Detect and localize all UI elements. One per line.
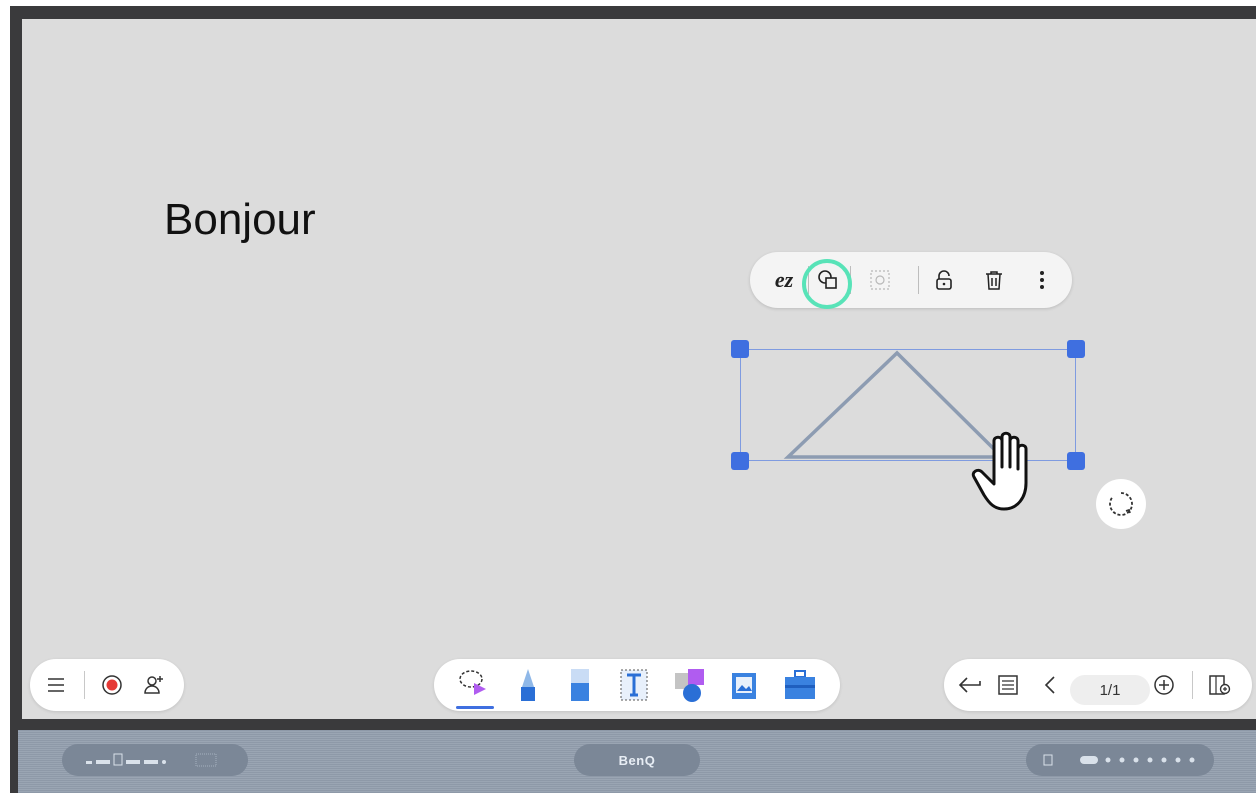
more-button[interactable] xyxy=(1022,260,1062,300)
delete-icon xyxy=(986,271,1002,290)
prev-page-button[interactable] xyxy=(1034,669,1066,701)
hand-cursor-icon xyxy=(971,431,1028,511)
device-bezel: BenQ xyxy=(18,730,1256,793)
add-page-icon xyxy=(1154,675,1174,695)
lock-icon xyxy=(936,270,952,290)
lasso-select-tool[interactable] xyxy=(454,667,494,703)
pen-tool[interactable] xyxy=(510,667,546,703)
whiteboard-canvas[interactable]: Bonjour ez 1/1 xyxy=(22,19,1256,719)
shapes-icon xyxy=(675,669,704,702)
page-manager-icon xyxy=(1209,675,1231,695)
eraser-icon xyxy=(571,669,589,701)
add-page-button[interactable] xyxy=(1148,669,1180,701)
record-icon xyxy=(102,675,122,695)
ez-label: ez xyxy=(774,267,794,292)
page-manager-button[interactable] xyxy=(1204,669,1236,701)
page-settings-icon xyxy=(998,675,1018,695)
lasso-select-icon xyxy=(459,670,486,695)
handwriting-convert-button[interactable]: ez xyxy=(764,260,804,300)
delete-button[interactable] xyxy=(974,260,1014,300)
group-icon xyxy=(870,270,890,290)
prev-page-icon xyxy=(1044,676,1055,694)
resize-handle-bottom-right[interactable] xyxy=(1067,452,1085,470)
rotate-icon xyxy=(1109,492,1133,516)
divider xyxy=(1192,671,1193,699)
main-menu-bar xyxy=(30,659,184,711)
group-button[interactable] xyxy=(860,260,900,300)
brand-logo: BenQ xyxy=(618,752,656,768)
add-user-icon xyxy=(144,676,163,694)
image-tool[interactable] xyxy=(726,667,762,703)
eraser-tool[interactable] xyxy=(562,667,598,703)
front-ports xyxy=(62,744,248,776)
menu-icon xyxy=(48,678,64,692)
lock-button[interactable] xyxy=(924,260,964,300)
shapes-tool[interactable] xyxy=(670,667,710,703)
menu-button[interactable] xyxy=(40,669,72,701)
resize-handle-top-right[interactable] xyxy=(1067,340,1085,358)
port-icons xyxy=(86,753,217,767)
highlight-ring xyxy=(802,259,852,309)
page-indicator[interactable]: 1/1 xyxy=(1070,675,1150,705)
undo-icon xyxy=(958,677,981,693)
pen-icon xyxy=(521,669,535,701)
undo-button[interactable] xyxy=(954,669,986,701)
page-settings-button[interactable] xyxy=(992,669,1024,701)
image-icon xyxy=(732,673,756,699)
canvas-text[interactable]: Bonjour xyxy=(164,195,316,245)
rotate-button[interactable] xyxy=(1096,479,1146,529)
resize-handle-bottom-left[interactable] xyxy=(731,452,749,470)
record-button[interactable] xyxy=(96,669,128,701)
toolbox-tool[interactable] xyxy=(780,667,820,703)
active-tool-indicator xyxy=(456,706,494,709)
brand-badge: BenQ xyxy=(574,744,700,776)
control-buttons-icon xyxy=(1043,754,1195,766)
resize-handle-top-left[interactable] xyxy=(731,340,749,358)
object-toolbar: ez xyxy=(750,252,1072,308)
toolbox-icon xyxy=(785,670,815,699)
front-controls xyxy=(1026,744,1214,776)
text-box-tool[interactable] xyxy=(616,667,652,703)
add-user-button[interactable] xyxy=(138,669,170,701)
divider xyxy=(84,671,85,699)
drawing-toolbar xyxy=(434,659,840,711)
more-icon xyxy=(1040,271,1044,289)
divider xyxy=(918,266,919,294)
text-box-icon xyxy=(620,669,648,701)
